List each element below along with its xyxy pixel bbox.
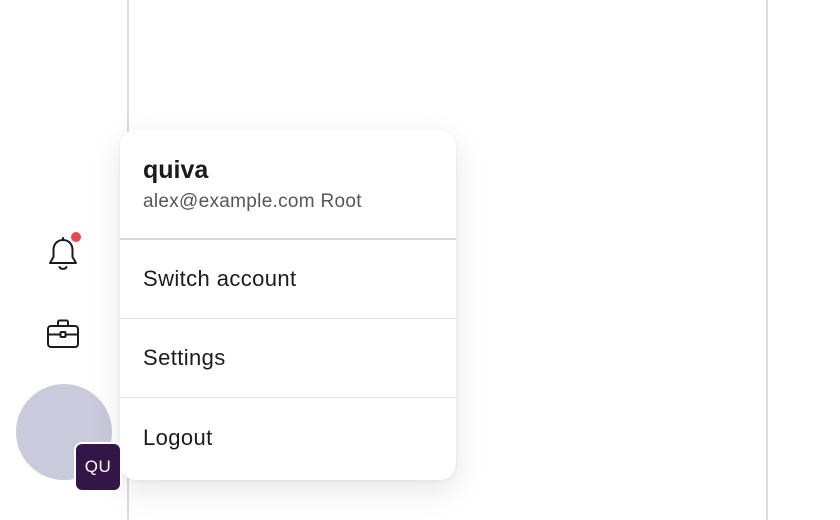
- notification-dot: [71, 232, 81, 242]
- org-badge-initials: QU: [84, 457, 112, 476]
- menu-item-label: Logout: [143, 424, 213, 450]
- switch-account-menu-item[interactable]: Switch account: [120, 240, 456, 319]
- account-name: quiva: [143, 156, 209, 184]
- menu-item-label: Settings: [143, 345, 226, 370]
- account-menu: quiva alex@example.com Root Switch accou…: [120, 130, 456, 480]
- settings-menu-item[interactable]: Settings: [120, 319, 456, 398]
- briefcase-icon: [46, 318, 80, 355]
- account-details: alex@example.com Root: [143, 190, 433, 214]
- account-menu-header: quiva alex@example.com Root: [120, 130, 456, 240]
- workspace-button[interactable]: [43, 316, 83, 356]
- org-badge[interactable]: QU: [74, 442, 122, 492]
- account-role: Root: [320, 191, 362, 212]
- menu-item-label: Switch account: [143, 266, 297, 291]
- account-email: alex@example.com: [143, 191, 315, 212]
- notifications-button[interactable]: [43, 232, 83, 276]
- app-window: QU quiva alex@example.com Root Switch ac…: [0, 0, 840, 520]
- logout-menu-item[interactable]: Logout: [120, 398, 456, 477]
